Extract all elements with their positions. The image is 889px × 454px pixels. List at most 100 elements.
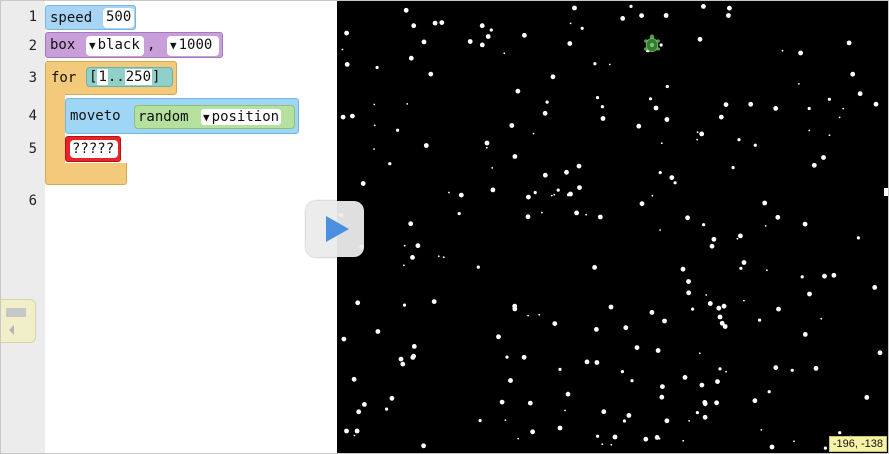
star-dot xyxy=(360,181,366,186)
star-dot xyxy=(478,419,482,423)
range-start-field[interactable]: 1 xyxy=(97,69,108,85)
speed-value-field[interactable]: 500 xyxy=(103,8,134,28)
line-number: 6 xyxy=(28,193,37,209)
box-size-dropdown[interactable]: ▼ 1000 xyxy=(167,36,219,56)
star-dot xyxy=(776,306,781,312)
star-dot xyxy=(354,428,360,434)
star-dot xyxy=(655,348,661,353)
placeholder-field[interactable]: ????? xyxy=(70,140,118,158)
for-loop-side xyxy=(45,93,65,165)
star-dot xyxy=(400,361,406,367)
star-dot xyxy=(505,355,509,359)
star-dot xyxy=(626,413,632,418)
star-dot xyxy=(476,265,480,269)
speed-block[interactable]: speed 500 xyxy=(45,5,136,30)
star-dot xyxy=(738,233,743,239)
star-dot xyxy=(673,181,677,185)
star-dot xyxy=(522,32,527,38)
star-dot xyxy=(688,420,690,422)
star-dot xyxy=(775,214,781,220)
starfield xyxy=(338,4,883,450)
box-color-dropdown[interactable]: ▼ black xyxy=(86,36,144,56)
star-dot xyxy=(762,200,768,206)
random-expression[interactable]: random ▼ position xyxy=(134,105,295,129)
star-dot xyxy=(648,97,653,101)
star-dot xyxy=(388,162,392,166)
star-dot xyxy=(722,324,728,329)
star-dot xyxy=(375,65,379,70)
star-dot xyxy=(680,266,686,272)
star-dot xyxy=(790,368,794,372)
star-dot xyxy=(601,443,604,445)
star-dot xyxy=(491,167,494,169)
line-number: 3 xyxy=(28,70,37,86)
star-dot xyxy=(597,214,603,220)
star-dot xyxy=(658,171,662,175)
star-dot xyxy=(736,237,739,240)
star-dot xyxy=(406,103,409,105)
star-dot xyxy=(341,48,344,51)
box-block[interactable]: box ▼ black , ▼ 1000 xyxy=(45,32,223,58)
star-dot xyxy=(669,175,675,181)
star-dot xyxy=(428,71,434,77)
star-dot xyxy=(600,116,606,121)
pencil-code-window: 1 2 3 4 5 6 speed 500 box ▼ black , ▼ 1000… xyxy=(0,0,889,454)
star-dot xyxy=(781,49,784,52)
star-dot xyxy=(660,142,663,145)
star-dot xyxy=(699,131,705,137)
block-editor[interactable]: speed 500 box ▼ black , ▼ 1000 for [1..250… xyxy=(45,1,337,453)
for-loop-block[interactable]: for [1..250] xyxy=(45,61,177,95)
star-dot xyxy=(593,62,597,66)
star-dot xyxy=(726,13,731,18)
placeholder-error-block[interactable]: ????? xyxy=(65,136,121,162)
star-dot xyxy=(592,265,597,270)
star-dot xyxy=(557,425,563,431)
star-dot xyxy=(658,437,661,440)
star-dot xyxy=(596,434,600,438)
star-dot xyxy=(828,134,831,137)
star-dot xyxy=(504,419,507,421)
range-close-bracket: ] xyxy=(152,69,161,85)
star-dot xyxy=(850,71,856,77)
star-dot xyxy=(800,275,804,279)
star-dot xyxy=(585,213,587,216)
star-dot xyxy=(600,105,604,109)
star-dot xyxy=(873,101,879,107)
star-dot xyxy=(484,140,490,146)
star-dot xyxy=(682,375,688,380)
star-dot xyxy=(564,409,566,412)
star-dot xyxy=(857,91,863,97)
star-dot xyxy=(808,129,811,132)
star-dot xyxy=(711,236,717,242)
star-dot xyxy=(541,211,543,214)
turtle-icon[interactable] xyxy=(643,34,661,54)
star-dot xyxy=(373,148,375,150)
star-dot xyxy=(542,172,548,178)
moveto-block[interactable]: moveto random ▼ position xyxy=(65,98,299,134)
box-color-value: black xyxy=(97,37,140,53)
star-dot xyxy=(659,229,661,231)
star-dot xyxy=(838,116,841,119)
star-dot xyxy=(356,409,362,415)
star-dot xyxy=(550,194,553,197)
star-dot xyxy=(485,34,491,39)
range-expression[interactable]: [1..250] xyxy=(86,67,173,87)
turtle-stage[interactable]: -196, -138 xyxy=(337,1,888,453)
star-dot xyxy=(773,365,779,370)
star-dot xyxy=(723,102,729,107)
range-separator: .. xyxy=(107,69,125,85)
star-dot xyxy=(653,105,659,111)
star-dot xyxy=(663,13,669,18)
star-dot xyxy=(402,303,407,307)
star-dot xyxy=(813,366,819,371)
star-dot xyxy=(827,97,831,101)
star-dot xyxy=(421,40,424,43)
position-dropdown[interactable]: ▼ position xyxy=(201,109,282,125)
palette-toggle-button[interactable] xyxy=(1,299,36,343)
star-dot xyxy=(649,310,655,315)
run-button[interactable] xyxy=(306,201,364,257)
star-dot xyxy=(490,187,496,193)
range-end-field[interactable]: 250 xyxy=(124,69,153,85)
dropdown-arrow-icon: ▼ xyxy=(170,39,177,52)
box-keyword: box xyxy=(50,37,76,53)
